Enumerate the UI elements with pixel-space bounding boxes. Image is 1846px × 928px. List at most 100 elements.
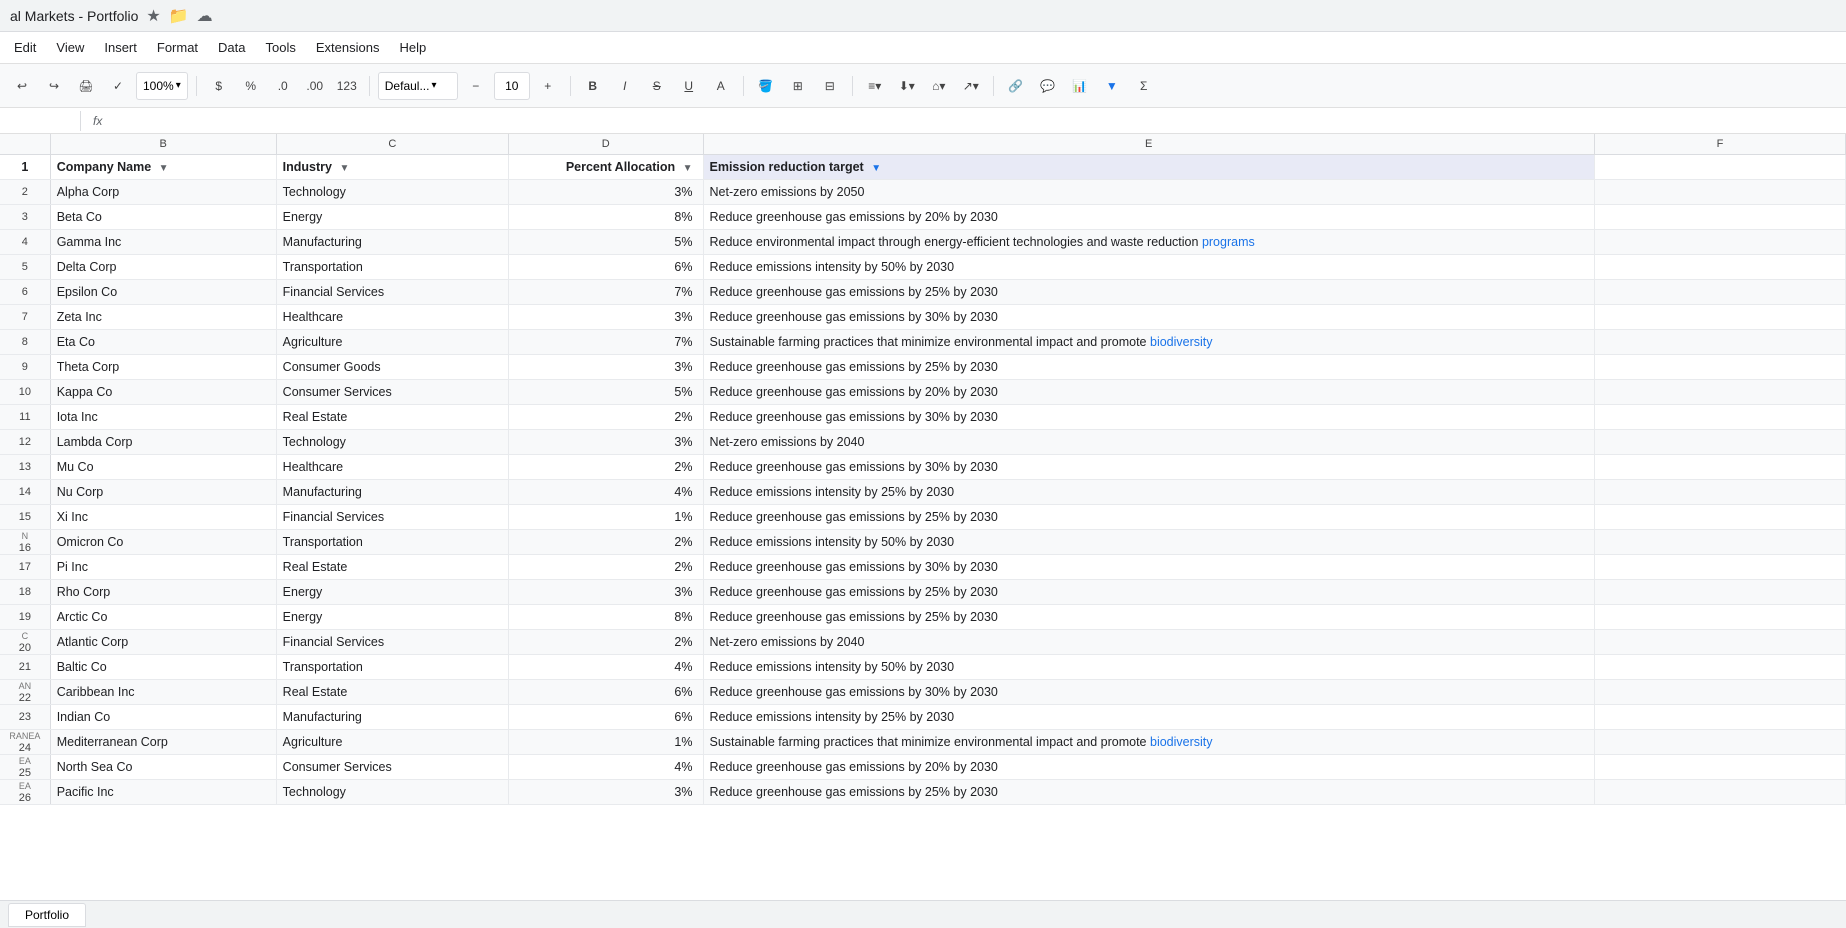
table-row[interactable]: 2Alpha CorpTechnology3%Net-zero emission… [0,179,1846,204]
cell-percent[interactable]: 4% [508,479,703,504]
cell-company[interactable]: North Sea Co [50,754,276,779]
cell-industry[interactable]: Consumer Services [276,379,508,404]
cell-emission[interactable]: Reduce environmental impact through ener… [703,229,1594,254]
table-row[interactable]: 5Delta CorpTransportation6%Reduce emissi… [0,254,1846,279]
table-row[interactable]: EA26Pacific IncTechnology3%Reduce greenh… [0,779,1846,804]
cell-emission[interactable]: Reduce greenhouse gas emissions by 25% b… [703,279,1594,304]
undo-button[interactable]: ↩ [8,72,36,100]
table-row[interactable]: 11Iota IncReal Estate2%Reduce greenhouse… [0,404,1846,429]
table-row[interactable]: N16Omicron CoTransportation2%Reduce emis… [0,529,1846,554]
cell-company[interactable]: Omicron Co [50,529,276,554]
filter-icon-company[interactable]: ▼ [159,163,169,174]
cell-percent[interactable]: 4% [508,754,703,779]
percent-button[interactable]: % [237,72,265,100]
cell-emission[interactable]: Reduce greenhouse gas emissions by 25% b… [703,779,1594,804]
valign-button[interactable]: ⬇▾ [893,72,921,100]
cell-industry[interactable]: Real Estate [276,404,508,429]
bold-button[interactable]: B [579,72,607,100]
cell-emission[interactable]: Net-zero emissions by 2040 [703,629,1594,654]
strikethrough-button[interactable]: S [643,72,671,100]
emission-link[interactable]: programs [1202,235,1255,249]
cell-industry[interactable]: Technology [276,429,508,454]
cell-percent[interactable]: 2% [508,454,703,479]
table-row[interactable]: AN22Caribbean IncReal Estate6%Reduce gre… [0,679,1846,704]
table-row[interactable]: 3Beta CoEnergy8%Reduce greenhouse gas em… [0,204,1846,229]
cell-company[interactable]: Atlantic Corp [50,629,276,654]
cell-industry[interactable]: Energy [276,204,508,229]
col-header-e[interactable]: E [703,134,1594,154]
menu-help[interactable]: Help [389,36,436,59]
table-row[interactable]: 6Epsilon CoFinancial Services7%Reduce gr… [0,279,1846,304]
cell-industry[interactable]: Consumer Goods [276,354,508,379]
borders-button[interactable]: ⊞ [784,72,812,100]
cell-emission[interactable]: Reduce greenhouse gas emissions by 30% b… [703,404,1594,429]
cell-emission[interactable]: Reduce emissions intensity by 25% by 203… [703,704,1594,729]
cell-emission[interactable]: Net-zero emissions by 2050 [703,179,1594,204]
cell-percent[interactable]: 3% [508,779,703,804]
emission-link[interactable]: biodiversity [1150,735,1213,749]
cell-percent[interactable]: 7% [508,329,703,354]
table-row[interactable]: 21Baltic CoTransportation4%Reduce emissi… [0,654,1846,679]
cell-percent[interactable]: 2% [508,404,703,429]
cell-company[interactable]: Kappa Co [50,379,276,404]
cell-company[interactable]: Lambda Corp [50,429,276,454]
cell-company[interactable]: Pi Inc [50,554,276,579]
menu-view[interactable]: View [46,36,94,59]
table-row[interactable]: 9Theta CorpConsumer Goods3%Reduce greenh… [0,354,1846,379]
menu-tools[interactable]: Tools [256,36,306,59]
cell-percent[interactable]: 5% [508,229,703,254]
cell-emission[interactable]: Reduce emissions intensity by 50% by 203… [703,254,1594,279]
align-button[interactable]: ≡▾ [861,72,889,100]
cell-industry[interactable]: Healthcare [276,304,508,329]
cell-company[interactable]: Zeta Inc [50,304,276,329]
link-button[interactable]: 🔗 [1002,72,1030,100]
cell-company[interactable]: Indian Co [50,704,276,729]
cell-company[interactable]: Mediterranean Corp [50,729,276,754]
table-row[interactable]: 4Gamma IncManufacturing5%Reduce environm… [0,229,1846,254]
cell-company[interactable]: Delta Corp [50,254,276,279]
cell-emission[interactable]: Reduce greenhouse gas emissions by 25% b… [703,504,1594,529]
cell-industry[interactable]: Transportation [276,529,508,554]
cell-company[interactable]: Eta Co [50,329,276,354]
cell-company[interactable]: Baltic Co [50,654,276,679]
cell-percent[interactable]: 2% [508,529,703,554]
cell-industry[interactable]: Energy [276,579,508,604]
cell-company[interactable]: Epsilon Co [50,279,276,304]
menu-data[interactable]: Data [208,36,255,59]
table-row[interactable]: 12Lambda CorpTechnology3%Net-zero emissi… [0,429,1846,454]
cell-percent[interactable]: 1% [508,504,703,529]
cell-emission[interactable]: Reduce greenhouse gas emissions by 30% b… [703,304,1594,329]
menu-extensions[interactable]: Extensions [306,36,390,59]
table-row[interactable]: C20Atlantic CorpFinancial Services2%Net-… [0,629,1846,654]
cell-percent[interactable]: 5% [508,379,703,404]
cell-industry[interactable]: Financial Services [276,279,508,304]
cell-emission[interactable]: Net-zero emissions by 2040 [703,429,1594,454]
cell-percent[interactable]: 3% [508,179,703,204]
col-header-c[interactable]: C [276,134,508,154]
cell-company[interactable]: Pacific Inc [50,779,276,804]
cell-emission[interactable]: Reduce greenhouse gas emissions by 20% b… [703,204,1594,229]
zoom-control[interactable]: 100% ▾ [136,72,188,100]
table-row[interactable]: 18Rho CorpEnergy3%Reduce greenhouse gas … [0,579,1846,604]
cell-company[interactable]: Arctic Co [50,604,276,629]
font-size-increase[interactable]: + [534,72,562,100]
header-percent[interactable]: Percent Allocation ▼ [508,154,703,179]
menu-format[interactable]: Format [147,36,208,59]
font-size-display[interactable]: 10 [494,72,530,100]
table-row[interactable]: 8Eta CoAgriculture7%Sustainable farming … [0,329,1846,354]
cell-industry[interactable]: Manufacturing [276,229,508,254]
cell-company[interactable]: Nu Corp [50,479,276,504]
cell-percent[interactable]: 8% [508,604,703,629]
cell-company[interactable]: Beta Co [50,204,276,229]
table-row[interactable]: 7Zeta IncHealthcare3%Reduce greenhouse g… [0,304,1846,329]
cell-percent[interactable]: 2% [508,554,703,579]
cell-industry[interactable]: Financial Services [276,504,508,529]
cell-emission[interactable]: Reduce emissions intensity by 50% by 203… [703,654,1594,679]
underline-button[interactable]: U [675,72,703,100]
cell-industry[interactable]: Technology [276,779,508,804]
decimal-decrease-button[interactable]: .0 [269,72,297,100]
cell-percent[interactable]: 7% [508,279,703,304]
decimal-increase-button[interactable]: .00 [301,72,329,100]
cell-percent[interactable]: 6% [508,704,703,729]
header-company[interactable]: Company Name ▼ [50,154,276,179]
